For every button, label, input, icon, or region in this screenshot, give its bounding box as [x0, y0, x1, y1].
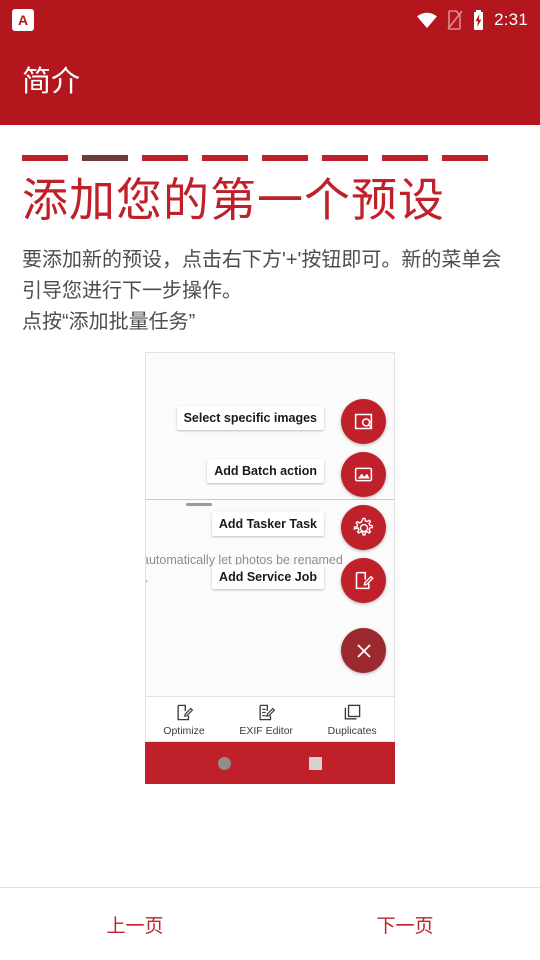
- intro-headline: 添加您的第一个预设: [22, 174, 445, 226]
- recents-square-icon[interactable]: [309, 756, 322, 770]
- status-bar-left: A: [12, 9, 34, 31]
- duplicates-icon: [343, 703, 362, 722]
- gear-icon: [353, 517, 375, 539]
- illustration-system-nav: [145, 742, 395, 785]
- intro-content: 添加您的第一个预设 要添加新的预设，点击右下方'+'按钮即可。新的菜单会引导您进…: [0, 125, 540, 887]
- close-icon: [355, 642, 373, 660]
- dash-3: [142, 155, 188, 161]
- illustration: automatically let photos be renamed l. S…: [145, 352, 395, 785]
- bottom-nav-item-optimize[interactable]: Optimize: [163, 703, 205, 738]
- footer-nav: 上一页 下一页: [0, 887, 540, 960]
- fab-add-batch-action[interactable]: [341, 452, 386, 498]
- menu-label-add-batch-action: Add Batch action: [207, 459, 324, 484]
- onboarding-screen: A 2:31 简介 添加您的第一个预设 要添加新的预设，点击右下方'+'按钮即可…: [0, 0, 540, 960]
- dash-1: [22, 155, 68, 161]
- next-page-button[interactable]: 下一页: [270, 911, 540, 938]
- dash-8: [442, 155, 488, 161]
- menu-label-add-service-job: Add Service Job: [212, 565, 324, 590]
- sheet-handle: [186, 503, 212, 507]
- exif-editor-icon: [257, 703, 276, 722]
- bottom-nav-label-duplicates: Duplicates: [327, 725, 377, 738]
- edit-document-icon: [353, 570, 374, 591]
- menu-label-add-tasker-task: Add Tasker Task: [211, 512, 324, 537]
- dash-4: [202, 155, 248, 161]
- dash-5: [262, 155, 308, 161]
- battery-charging-icon: [472, 10, 485, 30]
- status-clock: 2:31: [494, 10, 528, 29]
- sheet-divider: [146, 499, 394, 501]
- image-search-icon: [353, 411, 374, 432]
- dash-2: [82, 155, 128, 161]
- menu-label-select-specific-images: Select specific images: [176, 406, 324, 431]
- optimize-icon: [175, 703, 194, 722]
- previous-page-button[interactable]: 上一页: [0, 911, 270, 938]
- wifi-icon: [416, 11, 438, 29]
- fab-add-service-job[interactable]: [341, 558, 386, 604]
- status-bar-right: 2:31: [416, 10, 528, 30]
- dash-decoration: [22, 155, 518, 161]
- status-bar: A 2:31: [0, 0, 540, 40]
- app-letter-a-icon: A: [12, 9, 34, 31]
- intro-body: 要添加新的预设，点击右下方'+'按钮即可。新的菜单会引导您进行下一步操作。 点按…: [22, 249, 502, 334]
- fab-add-tasker-task[interactable]: [341, 505, 386, 551]
- dash-7: [382, 155, 428, 161]
- app-bar: 简介: [0, 40, 540, 125]
- bottom-nav-item-exif-editor[interactable]: EXIF Editor: [239, 703, 293, 737]
- illustration-screenshot: automatically let photos be renamed l. S…: [145, 352, 395, 698]
- photo-library-icon: [353, 464, 374, 485]
- dash-6: [322, 155, 368, 161]
- bottom-nav-label-optimize: Optimize: [163, 725, 205, 738]
- no-sim-icon: [447, 10, 463, 30]
- bottom-nav-item-duplicates[interactable]: Duplicates: [328, 703, 377, 737]
- page-title: 简介: [22, 66, 81, 98]
- bottom-nav-label-exif-editor: EXIF Editor: [239, 725, 294, 738]
- illustration-bottom-nav: Optimize EXIF Editor Duplicates: [145, 697, 395, 743]
- home-circle-icon[interactable]: [218, 756, 231, 770]
- fab-select-specific-images[interactable]: [341, 399, 386, 445]
- fab-close-menu[interactable]: [341, 628, 386, 674]
